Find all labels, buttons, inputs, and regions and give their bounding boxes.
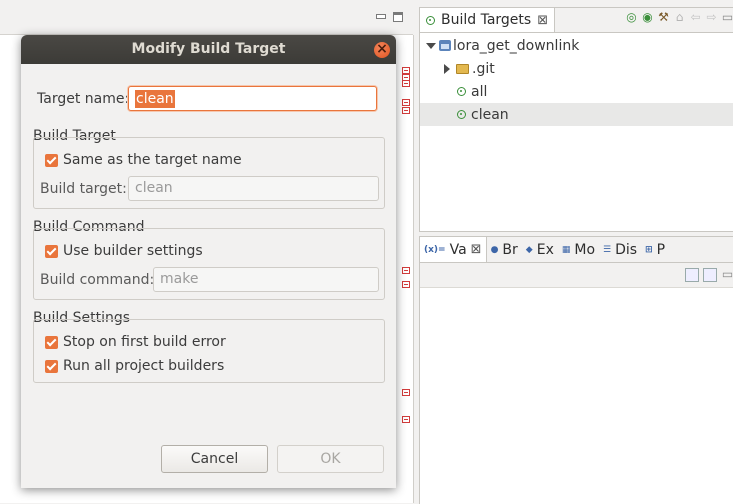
show-types-icon[interactable] [685,268,699,282]
tree-item-label: all [471,83,488,100]
peripherals-icon: ⊞ [645,244,653,255]
checkbox-label: Stop on first build error [63,334,226,350]
checkbox-label: Use builder settings [63,243,203,259]
build-target-field[interactable]: clean [128,176,379,201]
expressions-icon: ◆ [525,244,533,255]
tab-disassembly[interactable]: ☰ Dis [599,237,641,262]
build-run-icon[interactable]: ◉ [641,11,654,24]
same-as-target-checkbox[interactable]: Same as the target name [45,152,242,168]
tab-label: Mo [574,241,596,258]
chevron-down-icon[interactable] [426,42,436,49]
disassembly-icon: ☰ [603,244,612,255]
build-target-icon [426,15,435,25]
build-command-field[interactable]: make [153,267,379,292]
checkbox-checked[interactable] [45,244,58,258]
build-target-icon[interactable]: ◎ [625,11,638,24]
modules-icon: ▦ [561,244,571,255]
tab-peripherals[interactable]: ⊞ P [641,237,669,262]
target-icon [457,110,466,119]
collapse-all-icon[interactable] [703,268,717,282]
tree-item-git[interactable]: .git [420,57,733,80]
stop-on-error-checkbox[interactable]: Stop on first build error [45,334,226,350]
build-command-group: Use builder settings Build command: make [33,228,385,300]
tab-expressions[interactable]: ◆ Ex [522,237,558,262]
close-icon[interactable]: ⊠ [471,242,482,257]
target-icon [457,87,466,96]
minimize-icon[interactable] [376,11,386,21]
chevron-right-icon[interactable] [444,63,450,74]
error-marker-icon[interactable] [402,267,410,274]
tab-label: Va [449,241,467,258]
tab-label: P [656,241,666,258]
tree-item-label: lora_get_downlink [453,37,580,54]
tab-modules[interactable]: ▦ Mo [558,237,599,262]
target-name-value: clean [135,89,175,108]
build-settings-group: Stop on first build error Run all projec… [33,319,385,383]
variables-toolbar: ▭ [420,263,733,288]
modify-build-target-dialog: Modify Build Target Target name: clean B… [21,35,396,488]
checkbox-checked[interactable] [45,359,58,373]
minimize-icon[interactable]: ▭ [721,11,733,24]
editor-tab-bar [0,0,413,35]
build-command-label: Build command: [40,272,155,288]
build-target-label: Build target: [40,181,127,197]
run-all-builders-checkbox[interactable]: Run all project builders [45,358,224,374]
tab-build-targets[interactable]: Build Targets ⊠ [420,8,556,32]
tree-item-label: clean [471,106,509,123]
tab-label: Br [502,241,518,258]
checkbox-checked[interactable] [45,335,58,349]
error-marker-icon[interactable] [402,107,410,114]
build-targets-view: Build Targets ⊠ ◎ ◉ ⚒ ⌂ ⇦ ⇨ ▭ lora_get_d… [419,7,733,232]
cancel-button[interactable]: Cancel [161,445,268,473]
minimize-icon[interactable]: ▭ [721,268,733,281]
error-marker-icon[interactable] [402,99,410,106]
back-arrow-icon[interactable]: ⇦ [689,11,702,24]
tab-label: Build Targets [441,12,532,28]
dialog-title: Modify Build Target [131,41,286,57]
folder-icon [456,63,469,74]
hammer-icon[interactable]: ⚒ [657,11,670,24]
forward-arrow-icon[interactable]: ⇨ [705,11,718,24]
ok-button[interactable]: OK [277,445,384,473]
tab-label: Ex [536,241,554,258]
checkbox-checked[interactable] [45,153,58,167]
tab-label: Dis [615,241,638,258]
dialog-title-bar[interactable]: Modify Build Target [21,35,396,64]
build-targets-tab-bar: Build Targets ⊠ ◎ ◉ ⚒ ⌂ ⇦ ⇨ ▭ [420,8,733,33]
checkbox-label: Same as the target name [63,152,242,168]
close-button[interactable] [374,41,390,58]
target-name-input[interactable]: clean [128,86,377,111]
use-builder-settings-checkbox[interactable]: Use builder settings [45,243,203,259]
build-targets-toolbar: ◎ ◉ ⚒ ⌂ ⇦ ⇨ ▭ [625,11,733,24]
home-icon[interactable]: ⌂ [673,11,686,24]
variables-tools: ▭ [685,268,733,282]
tree-item-label: .git [472,60,495,77]
debug-tab-bar: (x)= Va ⊠ ● Br ◆ Ex ▦ Mo ☰ Dis ⊞ P [420,237,733,263]
tree-item-all[interactable]: all [420,80,733,103]
debug-views-panel: (x)= Va ⊠ ● Br ◆ Ex ▦ Mo ☰ Dis ⊞ P ▭ [419,236,733,504]
error-marker-icon[interactable] [402,389,410,396]
breakpoints-icon: ● [490,244,499,255]
tree-item-project[interactable]: lora_get_downlink [420,34,733,57]
checkbox-label: Run all project builders [63,358,225,374]
maximize-icon[interactable] [393,12,403,22]
error-marker-icon[interactable] [402,416,410,423]
error-marker-icon[interactable] [402,80,410,87]
tab-variables[interactable]: (x)= Va ⊠ [420,237,487,262]
variables-icon: (x)= [424,244,446,255]
error-marker-icon[interactable] [402,281,410,288]
target-name-label: Target name: [37,91,130,107]
project-icon [439,40,451,51]
tab-breakpoints[interactable]: ● Br [487,237,522,262]
build-targets-tree: lora_get_downlink .git all clean [420,34,733,126]
build-target-group: Same as the target name Build target: cl… [33,137,385,209]
tree-item-clean[interactable]: clean [420,103,733,126]
close-icon[interactable]: ⊠ [537,13,548,28]
error-marker-icon[interactable] [402,67,410,74]
